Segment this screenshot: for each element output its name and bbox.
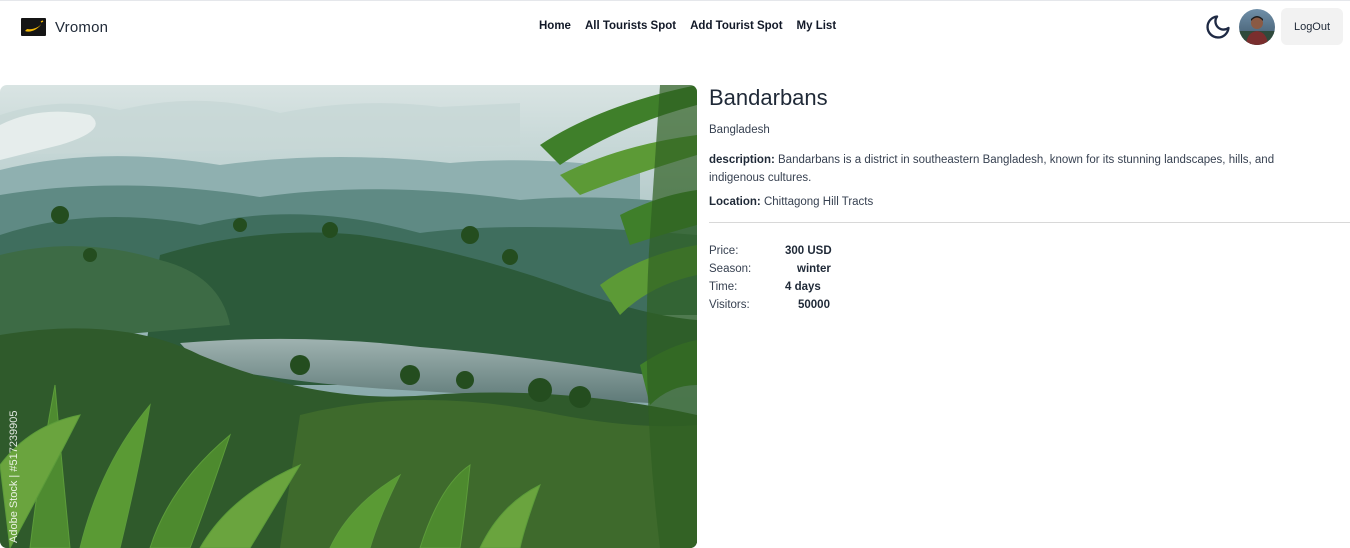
brand-link[interactable]: Vromon [21, 18, 108, 36]
stat-row-visitors: Visitors: 50000 [709, 298, 909, 316]
moon-icon [1206, 15, 1230, 39]
banana-logo-icon [21, 18, 46, 36]
stat-label: Season: [709, 263, 752, 275]
spot-title: Bandarbans [709, 85, 828, 110]
brand-name: Vromon [55, 18, 109, 36]
stat-label: Time: [709, 281, 738, 293]
location-text: Chittagong Hill Tracts [763, 196, 874, 208]
stat-value: 4 days [785, 281, 821, 293]
image-watermark: Adobe Stock | #517239905 [8, 410, 20, 543]
nav-link-home[interactable]: Home [539, 20, 571, 32]
logout-button[interactable]: LogOut [1281, 8, 1343, 45]
navbar: Vromon Home All Tourists Spot Add Touris… [0, 1, 1350, 55]
theme-toggle-button[interactable] [1203, 12, 1233, 42]
main-nav: Home All Tourists Spot Add Tourist Spot … [539, 20, 836, 32]
user-avatar[interactable] [1239, 9, 1275, 45]
details-divider [709, 222, 1350, 223]
stat-value: 300 USD [785, 245, 832, 257]
location-label: Location: [709, 196, 761, 208]
spot-country: Bangladesh [709, 124, 770, 136]
stat-label: Visitors: [709, 299, 750, 311]
hero-image: Adobe Stock | #517239905 [0, 85, 697, 548]
stat-row-price: Price: 300 USD [709, 244, 909, 262]
spot-stats: Price: 300 USD Season: winter Time: 4 da… [709, 244, 909, 316]
stat-label: Price: [709, 245, 739, 257]
description-label: description: [709, 154, 775, 166]
stat-row-season: Season: winter [709, 262, 909, 280]
description-text: Bandarbans is a district in southeastern… [709, 154, 1275, 184]
spot-location: Location: Chittagong Hill Tracts [709, 196, 873, 208]
spot-description: description: Bandarbans is a district in… [709, 151, 1309, 187]
nav-link-add-tourist-spot[interactable]: Add Tourist Spot [690, 20, 782, 32]
nav-link-all-tourists-spot[interactable]: All Tourists Spot [585, 20, 676, 32]
nav-link-my-list[interactable]: My List [797, 20, 837, 32]
stat-value: winter [797, 263, 831, 275]
stat-row-time: Time: 4 days [709, 280, 909, 298]
stat-value: 50000 [798, 299, 830, 311]
